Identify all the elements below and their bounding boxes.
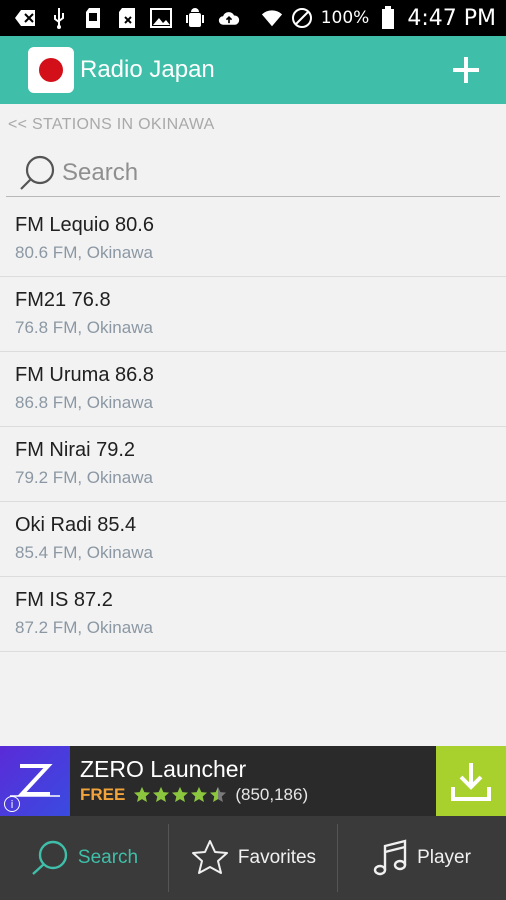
usb-icon (48, 7, 70, 29)
sim-icon (116, 7, 138, 29)
station-row[interactable]: Oki Radi 85.4 85.4 FM, Okinawa (0, 502, 506, 577)
rating-star (210, 786, 227, 803)
star-icon (191, 840, 228, 874)
search-bar (6, 150, 500, 197)
station-subtitle: 87.2 FM, Okinawa (15, 618, 153, 637)
station-row[interactable]: FM Nirai 79.2 79.2 FM, Okinawa (0, 427, 506, 502)
station-list: FM Lequio 80.6 80.6 FM, Okinawa FM21 76.… (0, 202, 506, 652)
nav-player-label: Player (417, 847, 471, 868)
app-bar: Radio Japan (0, 36, 506, 104)
battery-icon (377, 6, 399, 29)
nav-favorites-label: Favorites (237, 847, 317, 868)
rating-star (191, 786, 208, 803)
search-input[interactable] (62, 159, 462, 187)
station-name: Oki Radi 85.4 (15, 514, 137, 536)
station-subtitle: 85.4 FM, Okinawa (15, 543, 153, 562)
do-not-disturb-icon (291, 7, 313, 29)
station-subtitle: 76.8 FM, Okinawa (15, 318, 153, 337)
rating-star (134, 786, 151, 803)
nav-player[interactable]: Player (338, 816, 506, 900)
android-debug-icon (184, 7, 206, 29)
rating-star (172, 786, 189, 803)
station-name: FM Uruma 86.8 (15, 364, 154, 386)
battery-percent: 100% (320, 8, 370, 28)
clock: 4:47 PM (407, 5, 496, 31)
ad-free-label: FREE (80, 785, 126, 804)
status-right: 100% 4:47 PM (261, 6, 496, 31)
breadcrumb-back-link[interactable]: << STATIONS IN OKINAWA (8, 116, 215, 134)
search-icon (20, 155, 55, 190)
music-note-icon (373, 839, 407, 876)
status-left (14, 7, 240, 29)
image-icon (150, 7, 172, 29)
station-row[interactable]: FM Lequio 80.6 80.6 FM, Okinawa (0, 202, 506, 277)
station-name: FM IS 87.2 (15, 589, 113, 611)
station-subtitle: 79.2 FM, Okinawa (15, 468, 153, 487)
rating-star (153, 786, 170, 803)
download-icon (451, 763, 491, 801)
ad-title: ZERO Launcher (80, 756, 247, 782)
back-icon (14, 7, 36, 29)
ad-download-button[interactable] (436, 746, 506, 816)
station-subtitle: 86.8 FM, Okinawa (15, 393, 153, 412)
station-row[interactable]: FM IS 87.2 87.2 FM, Okinawa (0, 577, 506, 652)
cloud-upload-icon (218, 7, 240, 29)
ad-info-icon[interactable]: i (4, 796, 20, 812)
add-station-button[interactable] (448, 52, 484, 88)
nav-favorites[interactable]: Favorites (169, 816, 337, 900)
station-subtitle: 80.6 FM, Okinawa (15, 243, 153, 262)
station-name: FM Lequio 80.6 (15, 214, 154, 236)
flag-sun (39, 58, 63, 82)
station-name: FM Nirai 79.2 (15, 439, 136, 461)
japan-flag-icon (28, 47, 74, 93)
plus-icon (453, 57, 479, 83)
nav-search[interactable]: Search (0, 816, 168, 900)
station-row[interactable]: FM Uruma 86.8 86.8 FM, Okinawa (0, 352, 506, 427)
app-title: Radio Japan (80, 56, 215, 83)
ad-rating-count: (850,186) (235, 785, 309, 804)
search-icon (32, 840, 68, 875)
rating-stars (133, 786, 227, 804)
station-row[interactable]: FM21 76.8 76.8 FM, Okinawa (0, 277, 506, 352)
ad-body: ZERO Launcher FREE (850,186) (70, 746, 436, 816)
station-name: FM21 76.8 (15, 289, 111, 311)
ad-meta: FREE (850,186) (80, 785, 436, 805)
wifi-icon (261, 7, 283, 29)
sd-card-icon (82, 7, 104, 29)
bottom-nav: Search Favorites Player (0, 816, 506, 900)
ad-banner[interactable]: i ZERO Launcher FREE (850,186) (0, 746, 506, 816)
ad-app-logo: i (0, 746, 70, 816)
status-bar: 100% 4:47 PM (0, 0, 506, 36)
nav-search-label: Search (77, 847, 139, 868)
